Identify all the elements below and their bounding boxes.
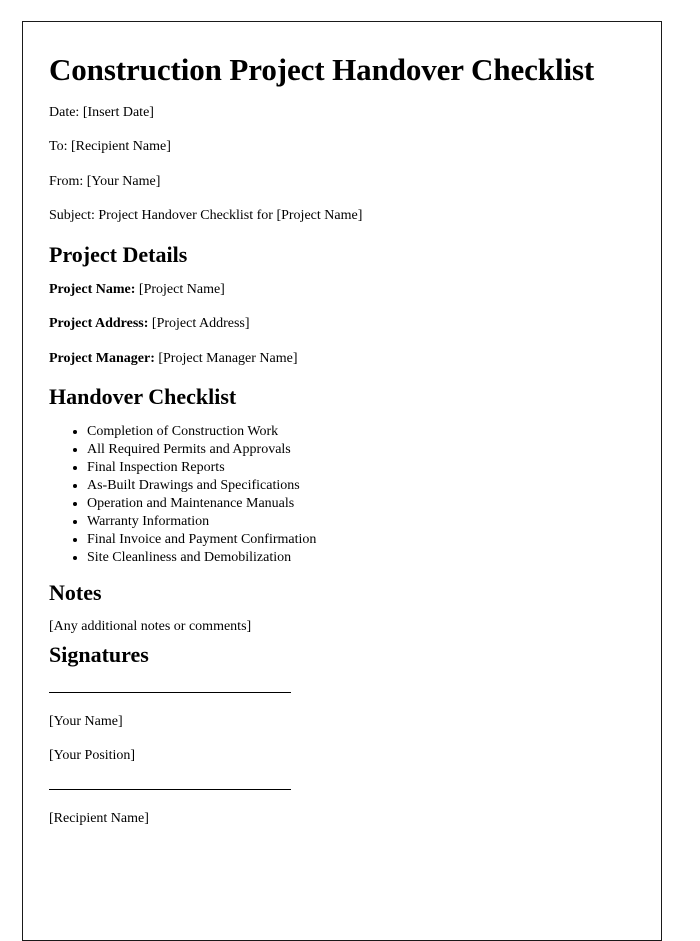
header-line-date: Date: [Insert Date] [49, 104, 154, 120]
section-heading-project-details: Project Details [49, 241, 188, 267]
page-title: Construction Project Handover Checklist [49, 52, 595, 87]
signature-line-recipient [49, 788, 291, 790]
signature-sender-name: [Your Name] [49, 713, 123, 729]
project-address-row: Project Address: [Project Address] [49, 315, 635, 333]
project-details-list: Project Name: [Project Name] Project Add… [49, 281, 635, 368]
section-heading-handover-checklist: Handover Checklist [49, 384, 237, 410]
project-manager-row: Project Manager: [Project Manager Name] [49, 350, 635, 368]
section-heading-signatures: Signatures [49, 641, 149, 667]
project-address-label: Project Address: [49, 316, 149, 332]
header-line-subject: Subject: Project Handover Checklist for … [49, 208, 363, 224]
document-page: Construction Project Handover Checklist … [22, 21, 662, 941]
header-line-to: To: [Recipient Name] [49, 139, 171, 155]
list-item: Final Inspection Reports [87, 459, 635, 477]
signature-block-sender: [Your Name] [Your Position] [49, 691, 635, 765]
list-item: Operation and Maintenance Manuals [87, 495, 635, 513]
signature-line-sender [49, 691, 291, 693]
project-address-value: [Project Address] [151, 316, 250, 332]
project-name-value: [Project Name] [138, 281, 225, 297]
header-line-from: From: [Your Name] [49, 173, 161, 189]
signature-recipient-name: [Recipient Name] [49, 810, 149, 826]
list-item: Final Invoice and Payment Confirmation [87, 531, 635, 549]
list-item: All Required Permits and Approvals [87, 441, 635, 459]
project-manager-value: [Project Manager Name] [158, 350, 298, 366]
signature-sender-position: [Your Position] [49, 748, 136, 764]
project-name-label: Project Name: [49, 281, 136, 297]
signature-block-recipient: [Recipient Name] [49, 788, 635, 828]
list-item: As-Built Drawings and Specifications [87, 477, 635, 495]
project-name-row: Project Name: [Project Name] [49, 281, 635, 299]
project-manager-label: Project Manager: [49, 350, 155, 366]
list-item: Warranty Information [87, 513, 635, 531]
document-header-block: Date: [Insert Date] To: [Recipient Name]… [49, 104, 635, 225]
notes-body: [Any additional notes or comments] [49, 619, 252, 635]
list-item: Site Cleanliness and Demobilization [87, 549, 635, 567]
section-heading-notes: Notes [49, 579, 102, 605]
handover-checklist-list: Completion of Construction Work All Requ… [49, 423, 635, 567]
list-item: Completion of Construction Work [87, 423, 635, 441]
